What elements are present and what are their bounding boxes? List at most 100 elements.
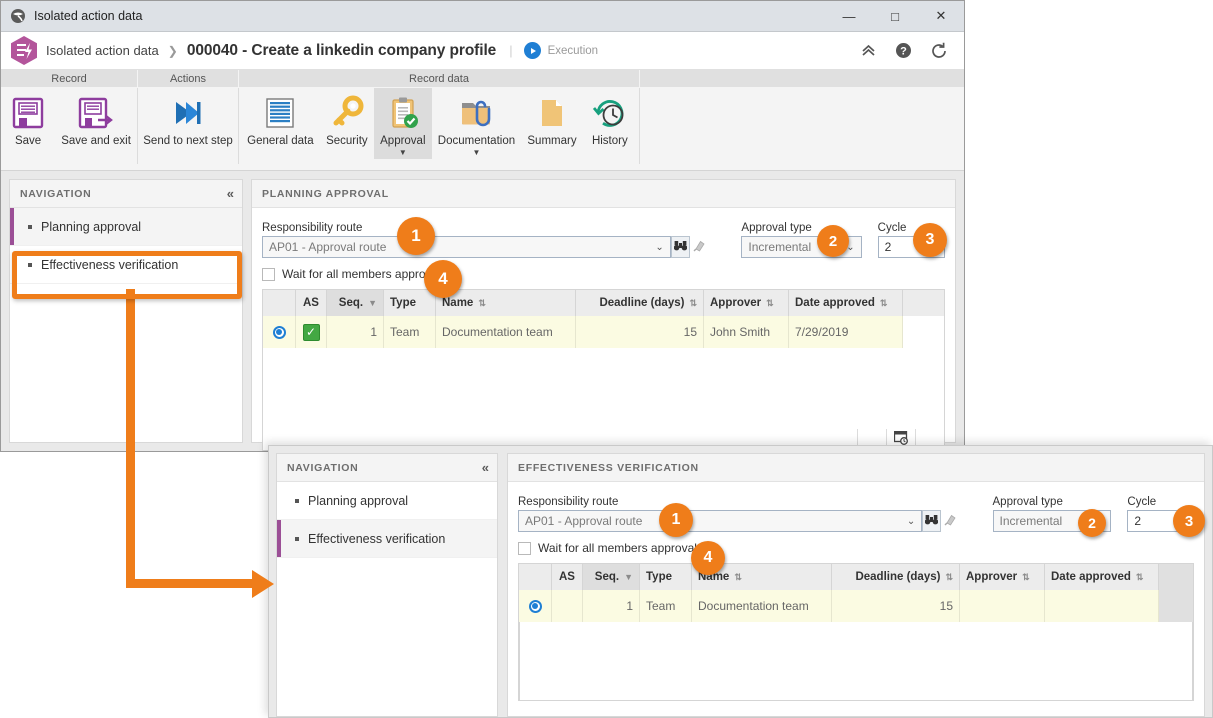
grid-col-seq[interactable]: Seq. ▼ [327,290,384,316]
row-select-cell-2[interactable] [519,590,552,622]
badge-4-panel1: 4 [424,260,462,298]
table-row[interactable]: ✓ 1 Team Documentation team 15 John Smit… [263,316,944,348]
help-icon[interactable]: ? [895,42,912,59]
route-search-button-2[interactable] [922,510,942,532]
summary-button[interactable]: Summary [521,88,582,149]
chevron-up-double-icon[interactable] [860,43,877,58]
navigation-header-2: NAVIGATION « [277,454,497,482]
save-button[interactable]: Save [1,88,55,149]
table-row-2[interactable]: 1 Team Documentation team 15 [519,590,1193,622]
annotation-arrow-vertical [126,289,135,588]
grid-col-deadline-2[interactable]: Deadline (days) ⇅ [832,564,960,590]
save-icon [9,92,47,134]
key-icon [328,92,366,134]
refresh-icon[interactable] [930,42,948,60]
main-panel: PLANNING APPROVAL Responsibility route A… [251,179,956,451]
binoculars-icon [925,514,939,529]
chevron-right-icon: ❯ [167,43,178,58]
chevron-down-icon[interactable]: ⌄ [907,516,915,527]
grid-col-seq-label-2: Seq. [594,571,620,583]
chevron-down-icon[interactable]: ▼ [399,149,407,157]
row-select-cell[interactable] [263,316,296,348]
grid-col-approver[interactable]: Approver ⇅ [704,290,789,316]
grid-col-deadline-label: Deadline (days) [599,297,685,309]
breadcrumb-root[interactable]: Isolated action data [46,43,159,58]
grid-col-date-approved[interactable]: Date approved ⇅ [789,290,903,316]
grid-header-row-2: AS Seq. ▼ Type Name ⇅ Deadline (days) ⇅ … [519,564,1193,590]
navigation-panel-2: NAVIGATION « Planning approval Effective… [276,453,498,717]
cycle-value: 2 [884,240,892,254]
sidebar-item-label: Effectiveness verification [308,531,446,546]
history-button[interactable]: History [583,88,637,149]
responsibility-route-field: Responsibility route AP01 - Approval rou… [262,222,671,258]
collapse-left-icon[interactable]: « [227,186,234,201]
eraser-icon [944,513,957,529]
grid-col-date-approved-2[interactable]: Date approved ⇅ [1045,564,1159,590]
chevron-down-icon[interactable]: ▼ [472,149,480,157]
sidebar-item-effectiveness-verification-2[interactable]: Effectiveness verification [277,520,497,558]
ribbon-separator [238,88,239,164]
main-panel-header: PLANNING APPROVAL [252,180,955,208]
sidebar-item-planning-approval[interactable]: Planning approval [10,208,242,246]
grid-col-name[interactable]: Name ⇅ [436,290,576,316]
general-data-button[interactable]: General data [241,88,320,149]
bullet-icon [295,536,299,541]
sidebar-item-planning-approval-2[interactable]: Planning approval [277,482,497,520]
grid-col-type[interactable]: Type [384,290,436,316]
route-clear-button[interactable] [690,236,709,258]
row-filler [903,316,944,348]
documentation-button[interactable]: Documentation ▼ [432,88,521,159]
chevron-down-icon[interactable]: ⌄ [655,242,663,253]
route-search-button[interactable] [670,236,691,258]
grid-col-as-2[interactable]: AS [552,564,583,590]
grid-col-select [263,290,296,316]
responsibility-route-field-2: Responsibility route AP01 - Approval rou… [518,496,923,532]
minimize-button[interactable]: — [826,1,872,31]
responsibility-route-input-2[interactable]: AP01 - Approval route ⌄ [518,510,923,532]
annotation-arrow-horizontal [126,579,254,588]
grid-col-approver-2[interactable]: Approver ⇅ [960,564,1045,590]
status-badge: Execution [547,44,599,57]
wait-all-members-checkbox-2[interactable] [518,541,531,555]
grid-col-deadline[interactable]: Deadline (days) ⇅ [576,290,704,316]
navigation-title-2: NAVIGATION [287,461,359,474]
approval-label: Approval [380,135,426,147]
grid-col-type-2[interactable]: Type [640,564,692,590]
eraser-icon [693,239,706,255]
main-window: Isolated action data — □ ✕ Isolated acti… [0,0,965,452]
sidebar-item-label: Planning approval [41,219,142,234]
grid-col-as[interactable]: AS [296,290,327,316]
navigation-header: NAVIGATION « [10,180,242,208]
history-clock-icon [591,92,629,134]
row-radio[interactable] [528,599,542,613]
row-name: Documentation team [436,316,576,348]
route-clear-button-2[interactable] [941,510,960,532]
row-radio[interactable] [272,325,286,339]
wait-all-members-label: Wait for all members approval [282,267,441,281]
callout-box-effectiveness-verification [12,251,242,299]
badge-3-panel1: 3 [913,223,947,257]
wait-all-members-checkbox[interactable] [262,267,275,281]
row-type: Team [384,316,436,348]
grid-col-approver-label-2: Approver [966,571,1018,583]
responsibility-route-label-2: Responsibility route [518,496,619,508]
row-as-cell-2 [552,590,583,622]
save-and-exit-button[interactable]: Save and exit [55,88,137,149]
collapse-left-icon[interactable]: « [482,460,489,475]
grid-col-seq-2[interactable]: Seq. ▼ [583,564,640,590]
grid-col-filler-2 [1159,564,1193,590]
send-to-next-step-button[interactable]: Send to next step [138,88,238,149]
approval-grid-2: AS Seq. ▼ Type Name ⇅ Deadline (days) ⇅ … [518,563,1194,701]
sort-icon: ⇅ [689,297,697,308]
grid-col-approver-label: Approver [710,297,762,309]
annotation-arrow-head [252,569,274,598]
maximize-button[interactable]: □ [872,1,918,31]
security-button[interactable]: Security [320,88,374,149]
sidebar-item-label: Planning approval [308,493,409,508]
badge-2-panel1: 2 [817,225,849,257]
approval-button[interactable]: Approval ▼ [374,88,432,159]
grid-header-row: AS Seq. ▼ Type Name ⇅ Deadline (days) ⇅ [263,290,944,316]
responsibility-route-input[interactable]: AP01 - Approval route ⌄ [262,236,671,258]
close-button[interactable]: ✕ [918,1,964,31]
sort-desc-icon: ▼ [624,571,633,582]
